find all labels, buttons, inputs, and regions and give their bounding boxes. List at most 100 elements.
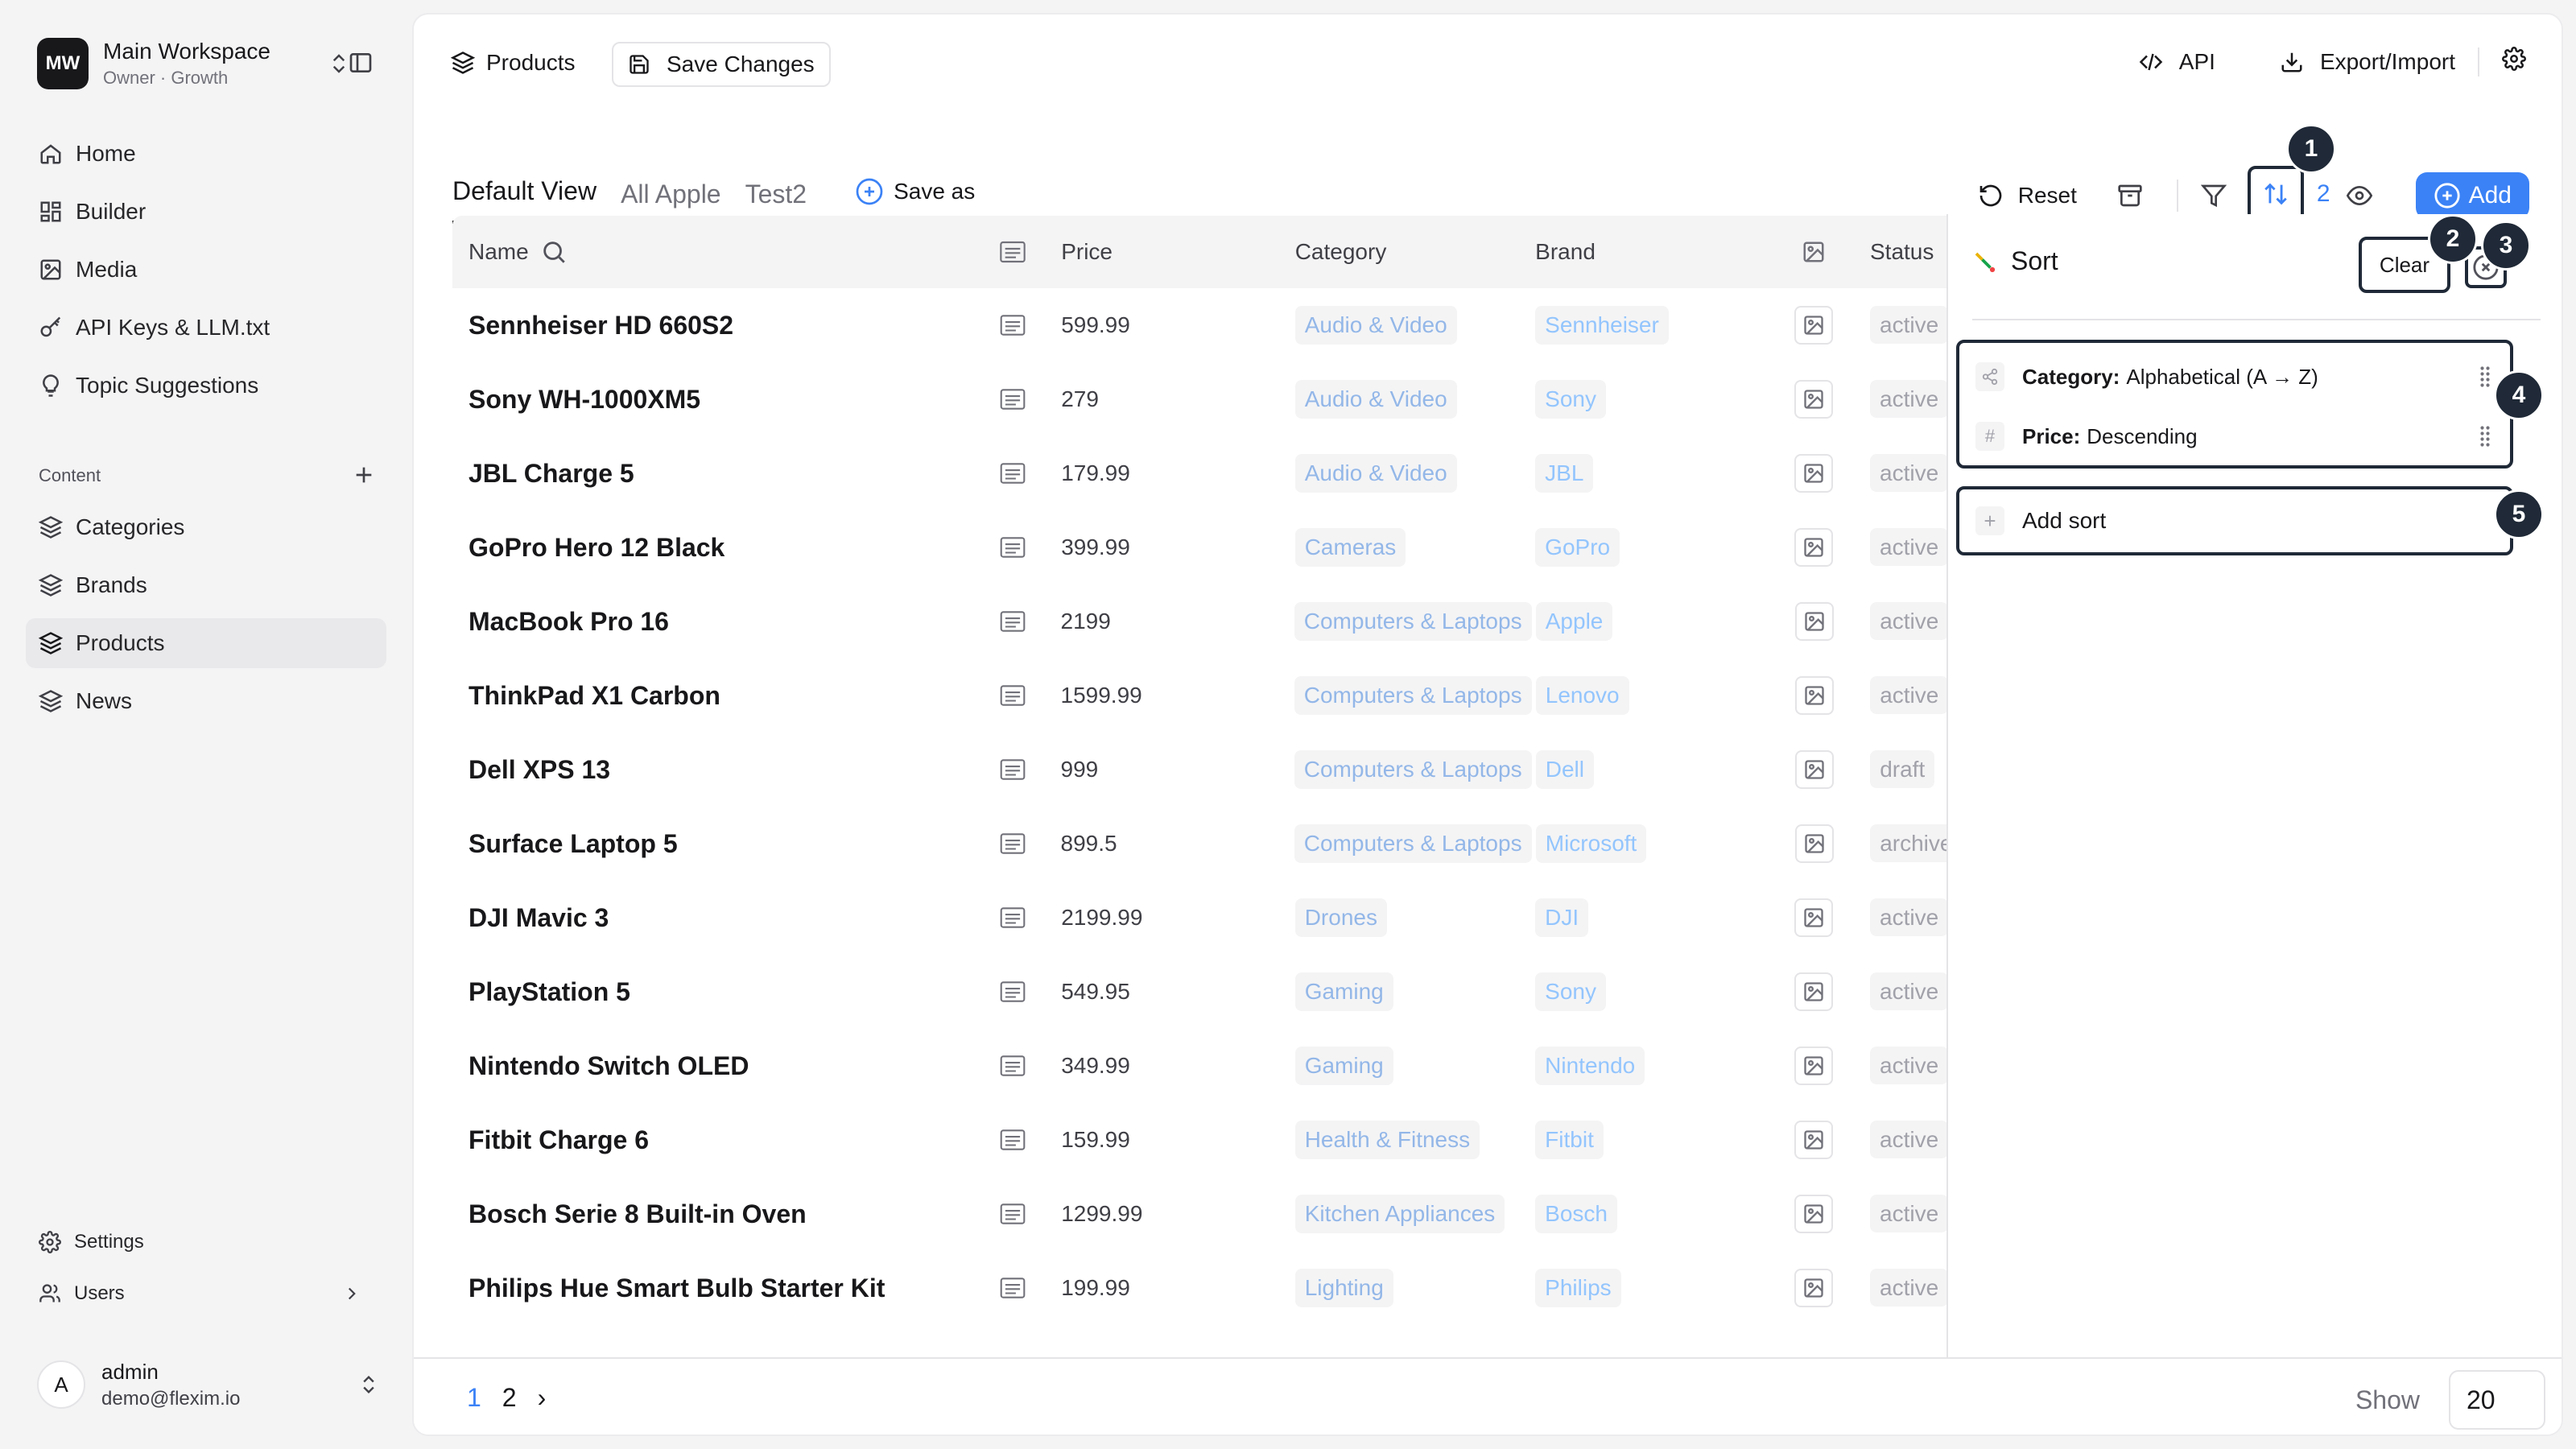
table-row[interactable]: Nintendo Switch OLED 349.99 Gaming Nintendo… [452, 1029, 2022, 1103]
product-name[interactable]: DJI Mavic 3 [452, 903, 981, 933]
export-import-button[interactable]: Export/Import [2280, 49, 2455, 75]
brand-chip[interactable]: Sennheiser [1535, 306, 1669, 345]
image-icon[interactable] [1794, 1046, 1834, 1085]
image-icon[interactable] [1794, 1195, 1834, 1233]
image-icon[interactable] [1794, 824, 1834, 863]
brand-chip[interactable]: Apple [1535, 602, 1613, 641]
description-icon[interactable] [981, 1129, 1046, 1150]
category-chip[interactable]: Drones [1294, 898, 1387, 937]
image-icon[interactable] [1794, 1121, 1834, 1159]
sidebar-item-news[interactable]: News [26, 676, 386, 726]
table-row[interactable]: JBL Charge 5 179.99 Audio & Video JBL active [452, 436, 2022, 510]
description-icon[interactable] [980, 611, 1045, 632]
sidebar-item-api-keys[interactable]: API Keys & LLM.txt [26, 303, 386, 353]
image-icon[interactable] [1794, 602, 1834, 641]
brand-chip[interactable]: DJI [1535, 898, 1589, 937]
description-icon[interactable] [981, 1055, 1046, 1076]
sidebar-toggle-icon[interactable] [348, 50, 374, 80]
brand-chip[interactable]: Nintendo [1535, 1046, 1645, 1085]
description-icon[interactable] [981, 537, 1046, 558]
next-page-link[interactable]: › [538, 1383, 547, 1413]
column-header-name[interactable]: Name [469, 239, 529, 265]
table-row[interactable]: Dell XPS 13 999 Computers & Laptops Dell dra… [452, 733, 2022, 807]
image-icon[interactable] [1794, 380, 1834, 419]
brand-chip[interactable]: Sony [1535, 380, 1606, 419]
image-icon[interactable] [1794, 306, 1834, 345]
category-chip[interactable]: Audio & Video [1294, 306, 1457, 345]
category-chip[interactable]: Health & Fitness [1294, 1121, 1480, 1159]
brand-chip[interactable]: Dell [1535, 750, 1594, 789]
description-icon[interactable] [980, 759, 1045, 780]
sidebar-item-products[interactable]: Products [26, 618, 386, 668]
archive-icon[interactable] [2112, 178, 2148, 213]
category-chip[interactable]: Lighting [1294, 1269, 1393, 1307]
brand-chip[interactable]: JBL [1535, 454, 1594, 493]
search-icon[interactable] [540, 238, 568, 266]
user-menu[interactable]: A admin demo@flexim.io [37, 1352, 391, 1417]
product-name[interactable]: Nintendo Switch OLED [452, 1051, 981, 1081]
product-name[interactable]: Sony WH-1000XM5 [452, 385, 981, 415]
image-icon[interactable] [1794, 528, 1834, 567]
table-row[interactable]: Philips Hue Smart Bulb Starter Kit 199.99… [452, 1251, 2022, 1325]
column-header-brand[interactable]: Brand [1525, 239, 1765, 265]
sidebar-item-settings[interactable]: Settings [26, 1220, 386, 1264]
column-header-category[interactable]: Category [1286, 239, 1525, 265]
product-name[interactable]: Surface Laptop 5 [452, 829, 980, 859]
plus-icon[interactable] [351, 462, 377, 492]
sidebar-item-media[interactable]: Media [26, 245, 386, 295]
category-chip[interactable]: Computers & Laptops [1294, 750, 1532, 789]
sidebar-item-home[interactable]: Home [26, 129, 386, 179]
description-icon[interactable] [981, 981, 1046, 1002]
product-name[interactable]: PlayStation 5 [452, 977, 981, 1007]
category-chip[interactable]: Computers & Laptops [1294, 602, 1532, 641]
description-icon[interactable] [980, 685, 1045, 706]
category-chip[interactable]: Kitchen Appliances [1294, 1195, 1505, 1233]
brand-chip[interactable]: Microsoft [1535, 824, 1647, 863]
table-row[interactable]: PlayStation 5 549.95 Gaming Sony active [452, 955, 2022, 1029]
product-name[interactable]: ThinkPad X1 Carbon [452, 681, 980, 711]
drag-handle-icon[interactable] [2479, 365, 2491, 394]
table-row[interactable]: Bosch Serie 8 Built-in Oven 1299.99 Kitche… [452, 1177, 2022, 1251]
category-chip[interactable]: Gaming [1294, 972, 1393, 1011]
category-chip[interactable]: Computers & Laptops [1294, 824, 1532, 863]
filter-icon[interactable] [2196, 178, 2231, 213]
add-button[interactable]: Add [2415, 172, 2529, 219]
sort-rule-category[interactable]: Category: Alphabetical (A → Z) [1975, 353, 2491, 401]
sidebar-item-topic-suggestions[interactable]: Topic Suggestions [26, 361, 386, 411]
description-icon[interactable] [981, 1278, 1046, 1298]
table-row[interactable]: GoPro Hero 12 Black 399.99 Cameras GoPro act… [452, 510, 2022, 584]
product-name[interactable]: JBL Charge 5 [452, 459, 981, 489]
description-icon[interactable] [981, 463, 1046, 484]
table-row[interactable]: Surface Laptop 5 899.5 Computers & Laptops… [452, 807, 2022, 881]
image-icon[interactable] [1794, 972, 1834, 1011]
table-row[interactable]: Sony WH-1000XM5 279 Audio & Video Sony activ… [452, 362, 2022, 436]
product-name[interactable]: Fitbit Charge 6 [452, 1125, 981, 1155]
image-icon[interactable] [1794, 676, 1834, 715]
sort-rule-price[interactable]: # Price: Descending [1975, 412, 2491, 460]
save-changes-button[interactable]: Save Changes [612, 42, 831, 87]
product-name[interactable]: Bosch Serie 8 Built-in Oven [452, 1199, 981, 1229]
sidebar-item-categories[interactable]: Categories [26, 502, 386, 552]
brand-chip[interactable]: Bosch [1535, 1195, 1617, 1233]
category-chip[interactable]: Gaming [1294, 1046, 1393, 1085]
column-header-price[interactable]: Price [1045, 239, 1286, 265]
product-name[interactable]: GoPro Hero 12 Black [452, 533, 981, 563]
table-row[interactable]: DJI Mavic 3 2199.99 Drones DJI active [452, 881, 2022, 955]
brand-chip[interactable]: Sony [1535, 972, 1606, 1011]
category-chip[interactable]: Computers & Laptops [1294, 676, 1532, 715]
image-icon[interactable] [1794, 750, 1834, 789]
category-chip[interactable]: Audio & Video [1294, 454, 1457, 493]
sidebar-item-users[interactable]: Users [26, 1272, 386, 1315]
drag-handle-icon[interactable] [2479, 425, 2491, 453]
table-row[interactable]: Sennheiser HD 660S2 599.99 Audio & Video Se… [452, 288, 2022, 362]
table-row[interactable]: ThinkPad X1 Carbon 1599.99 Computers & Lap… [452, 658, 2022, 733]
sidebar-item-builder[interactable]: Builder [26, 187, 386, 237]
reset-button[interactable]: Reset [1978, 183, 2077, 208]
gear-icon[interactable] [2502, 47, 2526, 76]
api-button[interactable]: API [2139, 49, 2215, 75]
image-icon[interactable] [1794, 454, 1834, 493]
page-size-input[interactable]: 20 [2449, 1370, 2545, 1430]
product-name[interactable]: Philips Hue Smart Bulb Starter Kit [452, 1274, 981, 1303]
description-icon[interactable] [981, 389, 1046, 410]
add-sort-button[interactable]: + Add sort [1956, 486, 2513, 555]
